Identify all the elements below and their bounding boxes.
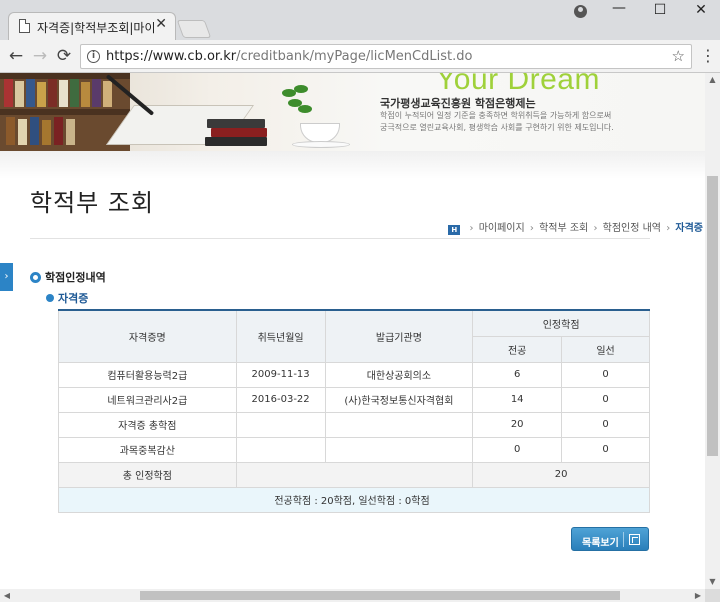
breadcrumb-item-academic-record[interactable]: 학적부 조회 (539, 223, 588, 234)
subsection-bullet-icon (46, 294, 54, 302)
table-row: 과목중복감산 0 0 (58, 436, 650, 463)
header-general: 일선 (561, 335, 650, 363)
cell-date (235, 436, 326, 463)
home-icon[interactable]: H (448, 225, 461, 235)
back-icon[interactable]: ← (6, 46, 26, 66)
table-row: 자격증 총학점 20 0 (58, 411, 650, 438)
cell-cert-name: 네트워크관리사2급 (58, 386, 237, 413)
horizontal-scroll-thumb[interactable] (140, 591, 620, 600)
cell-major: 0 (472, 436, 563, 463)
tab-title: 자격증|학적부조회|마이페 (37, 21, 155, 35)
header-recognized-credits: 인정학점 (472, 309, 650, 337)
forward-icon[interactable]: → (30, 46, 50, 66)
side-panel-toggle[interactable]: › (0, 263, 13, 291)
cell-issuer: 대한상공회의소 (324, 361, 474, 388)
cell-general: 0 (561, 361, 650, 388)
scroll-left-icon[interactable]: ◀ (0, 589, 14, 602)
table-row: 컴퓨터활용능력2급 2009-11-13 대한상공회의소 6 0 (58, 361, 650, 388)
address-bar[interactable]: i https://www.cb.or.kr/creditbank/myPage… (80, 44, 692, 69)
minimize-icon[interactable]: — (604, 0, 634, 16)
cell-date: 2016-03-22 (235, 386, 326, 413)
scroll-right-icon[interactable]: ▶ (691, 589, 705, 602)
header-major: 전공 (472, 335, 563, 363)
banner-title: 국가평생교육진흥원 학점은행제는 (380, 97, 536, 110)
cell-cert-name: 과목중복감산 (58, 436, 237, 463)
banner-shadow (0, 151, 705, 179)
cell-issuer (324, 411, 474, 438)
info-icon[interactable]: i (87, 50, 100, 63)
page-title: 학적부 조회 (30, 189, 155, 217)
page-icon (19, 19, 30, 33)
maximize-icon[interactable]: ☐ (645, 2, 675, 18)
banner-description: 학점이 누적되어 일정 기준을 충족하면 학위취득을 가능하게 함으로써 궁극적… (380, 111, 614, 132)
summary-row: 전공학점 : 20학점, 일선학점 : 0학점 (58, 486, 650, 513)
breadcrumb-item-mypage[interactable]: 마이페이지 (479, 223, 525, 234)
section-title: 학점인정내역 (30, 269, 106, 285)
page-viewport: Your Dream 국가평생교육진흥원 학점은행제는 학점이 누적되어 일정 … (0, 73, 705, 589)
header-acquired-date: 취득년월일 (235, 309, 326, 363)
cell-date: 2009-11-13 (235, 361, 326, 388)
new-tab-button[interactable] (176, 20, 212, 38)
coffee-cup-image (300, 123, 340, 143)
cell-cert-name: 컴퓨터활용능력2급 (58, 361, 237, 388)
cell-general: 0 (561, 386, 650, 413)
book-stack-image (205, 117, 269, 147)
cell-issuer (324, 436, 474, 463)
cell-issuer: (사)한국정보통신자격협회 (324, 386, 474, 413)
breadcrumb-item-certificate: 자격증 (675, 223, 703, 234)
close-window-icon[interactable]: ✕ (686, 2, 716, 18)
close-tab-icon[interactable]: ✕ (155, 16, 167, 32)
cell-major: 14 (472, 386, 563, 413)
browser-tab[interactable]: 자격증|학적부조회|마이페 ✕ (8, 12, 176, 40)
vertical-scrollbar[interactable]: ▲ ▼ (705, 73, 720, 589)
header-cert-name: 자격증명 (58, 309, 237, 363)
saucer-image (292, 141, 350, 148)
breadcrumb: H › 마이페이지 › 학적부 조회 › 학점인정 내역 › 자격증 (448, 219, 703, 235)
subsection-title: 자격증 (46, 290, 88, 306)
list-icon (629, 534, 640, 545)
horizontal-scrollbar[interactable]: ◀ ▶ (0, 589, 705, 602)
menu-icon[interactable]: ⋮ (700, 47, 716, 65)
cell-general: 0 (561, 436, 650, 463)
browser-toolbar: ← → ⟳ i https://www.cb.or.kr/creditbank/… (0, 40, 720, 73)
cell-general: 0 (561, 411, 650, 438)
bookmark-star-icon[interactable]: ☆ (672, 47, 685, 65)
total-value: 20 (472, 461, 650, 488)
breadcrumb-item-credit-history[interactable]: 학점인정 내역 (603, 223, 661, 234)
banner-slogan: Your Dream (436, 73, 600, 96)
total-blank (235, 461, 474, 488)
credit-summary: 전공학점 : 20학점, 일선학점 : 0학점 (58, 486, 650, 513)
table-row: 네트워크관리사2급 2016-03-22 (사)한국정보통신자격협회 14 0 (58, 386, 650, 413)
banner: Your Dream 국가평생교육진흥원 학점은행제는 학점이 누적되어 일정 … (0, 73, 705, 151)
cell-major: 6 (472, 361, 563, 388)
browser-titlebar: 자격증|학적부조회|마이페 ✕ — ☐ ✕ (0, 0, 720, 40)
scroll-down-icon[interactable]: ▼ (705, 575, 720, 589)
certificate-table: 자격증명 취득년월일 발급기관명 인정학점 전공 일선 컴퓨터활용능력2급 20… (58, 309, 650, 513)
list-view-button[interactable]: 목록보기 (571, 527, 649, 551)
cell-date (235, 411, 326, 438)
total-label: 총 인정학점 (58, 461, 237, 488)
cell-major: 20 (472, 411, 563, 438)
vertical-scroll-thumb[interactable] (707, 176, 718, 456)
reload-icon[interactable]: ⟳ (54, 46, 74, 66)
total-row: 총 인정학점 20 (58, 461, 650, 488)
section-bullet-icon (30, 272, 41, 283)
cell-cert-name: 자격증 총학점 (58, 411, 237, 438)
scroll-up-icon[interactable]: ▲ (705, 73, 720, 87)
header-issuer: 발급기관명 (324, 309, 474, 363)
scrollbar-corner (705, 589, 720, 602)
profile-icon[interactable] (574, 5, 587, 18)
url-text[interactable]: https://www.cb.or.kr/creditbank/myPage/l… (106, 49, 472, 64)
header-divider (30, 238, 650, 239)
